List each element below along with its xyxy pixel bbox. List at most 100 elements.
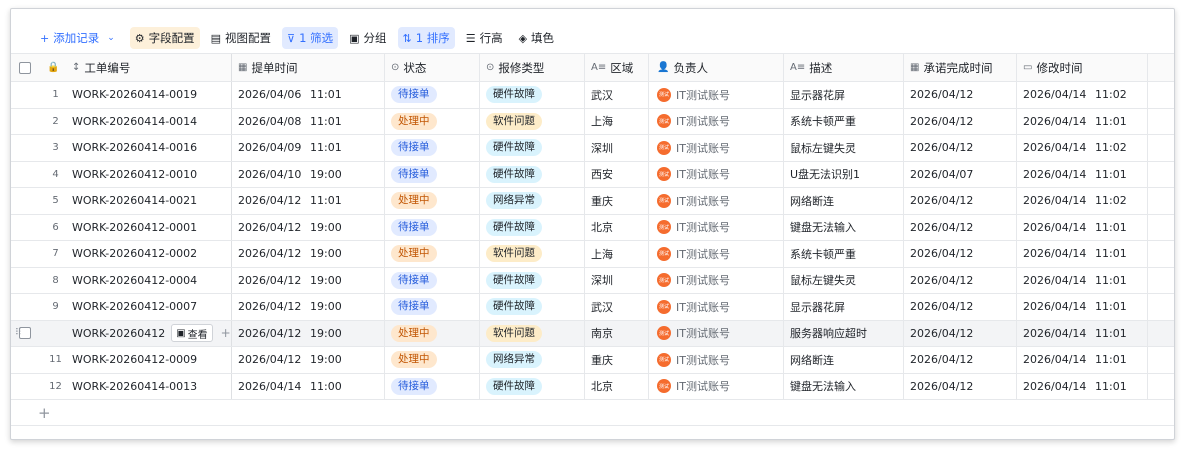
owner-cell[interactable]: 测试 IT测试账号 xyxy=(649,188,784,214)
submit-time-cell[interactable]: 2026/04/12 19:00 xyxy=(232,267,385,293)
field-config-button[interactable]: ⚙ 字段配置 xyxy=(129,27,200,49)
submit-time-cell[interactable]: 2026/04/09 11:01 xyxy=(232,135,385,161)
submit-time-cell[interactable]: 2026/04/12 19:00 xyxy=(232,347,385,373)
modify-time-cell[interactable]: 2026/04/14 11:01 xyxy=(1017,214,1148,240)
status-cell[interactable]: 处理中 xyxy=(385,188,480,214)
status-cell[interactable]: 待接单 xyxy=(385,373,480,399)
fill-color-button[interactable]: ◈ 填色 xyxy=(514,27,559,49)
drag-handle-icon[interactable]: ⠿ xyxy=(15,328,22,338)
status-cell[interactable]: 待接单 xyxy=(385,161,480,187)
desc-cell[interactable]: 系统卡顿严重 xyxy=(784,108,904,134)
type-cell[interactable]: 网络异常 xyxy=(480,188,585,214)
table-row[interactable]: 9 WORK-20260412-0007 2026/04/12 19:00 待接单… xyxy=(11,294,1174,321)
status-cell[interactable]: 待接单 xyxy=(385,294,480,320)
owner-cell[interactable]: 测试 IT测试账号 xyxy=(649,347,784,373)
row-select-cell[interactable] xyxy=(11,347,39,373)
desc-cell[interactable]: 鼠标左键失灵 xyxy=(784,267,904,293)
row-select-cell[interactable] xyxy=(11,241,39,267)
header-submit-time[interactable]: ▦ 提单时间 xyxy=(232,54,385,81)
header-promise-time[interactable]: ▦ 承诺完成时间 xyxy=(904,54,1017,81)
row-select-cell[interactable] xyxy=(11,268,39,294)
desc-cell[interactable]: 服务器响应超时 xyxy=(784,320,904,346)
row-select-cell[interactable] xyxy=(11,188,39,214)
work-id-cell[interactable]: WORK-20260412 ▣ 查看 + xyxy=(72,320,232,346)
submit-time-cell[interactable]: 2026/04/12 19:00 xyxy=(232,214,385,240)
promise-time-cell[interactable]: 2026/04/12 xyxy=(904,214,1017,240)
add-row-button[interactable]: + xyxy=(11,400,1174,426)
filter-button[interactable]: ⊽ 1 筛选 xyxy=(282,27,339,49)
owner-cell[interactable]: 测试 IT测试账号 xyxy=(649,214,784,240)
row-select-cell[interactable] xyxy=(11,82,39,108)
work-id-cell[interactable]: WORK-20260414-0014 xyxy=(72,108,232,134)
status-cell[interactable]: 待接单 xyxy=(385,267,480,293)
desc-cell[interactable]: 鼠标左键失灵 xyxy=(784,135,904,161)
region-cell[interactable]: 深圳 xyxy=(585,135,649,161)
type-cell[interactable]: 软件问题 xyxy=(480,108,585,134)
type-cell[interactable]: 硬件故障 xyxy=(480,267,585,293)
owner-cell[interactable]: 测试 IT测试账号 xyxy=(649,320,784,346)
header-status[interactable]: ⊙ 状态 xyxy=(385,54,480,81)
work-id-cell[interactable]: WORK-20260412-0007 xyxy=(72,294,232,320)
group-button[interactable]: ▣ 分组 xyxy=(344,27,391,49)
type-cell[interactable]: 网络异常 xyxy=(480,347,585,373)
modify-time-cell[interactable]: 2026/04/14 11:01 xyxy=(1017,347,1148,373)
add-record-button[interactable]: + 添加记录 ⌄ xyxy=(35,27,120,49)
modify-time-cell[interactable]: 2026/04/14 11:01 xyxy=(1017,320,1148,346)
table-row[interactable]: 6 WORK-20260412-0001 2026/04/12 19:00 待接单… xyxy=(11,214,1174,241)
submit-time-cell[interactable]: 2026/04/08 11:01 xyxy=(232,108,385,134)
work-id-cell[interactable]: WORK-20260412-0001 xyxy=(72,214,232,240)
region-cell[interactable]: 上海 xyxy=(585,241,649,267)
promise-time-cell[interactable]: 2026/04/07 xyxy=(904,161,1017,187)
owner-cell[interactable]: 测试 IT测试账号 xyxy=(649,135,784,161)
region-cell[interactable]: 北京 xyxy=(585,214,649,240)
desc-cell[interactable]: U盘无法识别1 xyxy=(784,161,904,187)
promise-time-cell[interactable]: 2026/04/12 xyxy=(904,347,1017,373)
select-all-checkbox[interactable] xyxy=(19,61,31,74)
region-cell[interactable]: 西安 xyxy=(585,161,649,187)
modify-time-cell[interactable]: 2026/04/14 11:02 xyxy=(1017,135,1148,161)
table-row[interactable]: 2 WORK-20260414-0014 2026/04/08 11:01 处理中… xyxy=(11,108,1174,135)
submit-time-cell[interactable]: 2026/04/06 11:01 xyxy=(232,82,385,108)
status-cell[interactable]: 待接单 xyxy=(385,82,480,108)
promise-time-cell[interactable]: 2026/04/12 xyxy=(904,373,1017,399)
modify-time-cell[interactable]: 2026/04/14 11:01 xyxy=(1017,373,1148,399)
desc-cell[interactable]: 显示器花屏 xyxy=(784,294,904,320)
desc-cell[interactable]: 网络断连 xyxy=(784,188,904,214)
table-row[interactable]: 3 WORK-20260414-0016 2026/04/09 11:01 待接单… xyxy=(11,135,1174,162)
owner-cell[interactable]: 测试 IT测试账号 xyxy=(649,373,784,399)
select-all-cell[interactable] xyxy=(11,54,39,81)
header-id[interactable]: ↕ 工单编号 xyxy=(72,54,232,81)
status-cell[interactable]: 待接单 xyxy=(385,135,480,161)
work-id-cell[interactable]: WORK-20260412-0010 xyxy=(72,161,232,187)
insert-row-icon[interactable]: + xyxy=(221,326,231,340)
status-cell[interactable]: 处理中 xyxy=(385,320,480,346)
row-select-cell[interactable] xyxy=(11,294,39,320)
header-owner[interactable]: 👤 负责人 xyxy=(649,54,784,81)
type-cell[interactable]: 硬件故障 xyxy=(480,214,585,240)
header-desc[interactable]: A≡ 描述 xyxy=(784,54,904,81)
region-cell[interactable]: 南京 xyxy=(585,320,649,346)
table-row[interactable]: 7 WORK-20260412-0002 2026/04/12 19:00 处理中… xyxy=(11,241,1174,268)
sort-button[interactable]: ⇅ 1 排序 xyxy=(397,27,455,49)
type-cell[interactable]: 硬件故障 xyxy=(480,294,585,320)
work-id-cell[interactable]: WORK-20260414-0021 xyxy=(72,188,232,214)
desc-cell[interactable]: 显示器花屏 xyxy=(784,82,904,108)
row-select-cell[interactable] xyxy=(11,215,39,241)
owner-cell[interactable]: 测试 IT测试账号 xyxy=(649,82,784,108)
modify-time-cell[interactable]: 2026/04/14 11:02 xyxy=(1017,82,1148,108)
promise-time-cell[interactable]: 2026/04/12 xyxy=(904,294,1017,320)
promise-time-cell[interactable]: 2026/04/12 xyxy=(904,135,1017,161)
modify-time-cell[interactable]: 2026/04/14 11:01 xyxy=(1017,241,1148,267)
submit-time-cell[interactable]: 2026/04/12 19:00 xyxy=(232,294,385,320)
region-cell[interactable]: 北京 xyxy=(585,373,649,399)
type-cell[interactable]: 硬件故障 xyxy=(480,161,585,187)
promise-time-cell[interactable]: 2026/04/12 xyxy=(904,108,1017,134)
row-select-cell[interactable] xyxy=(11,374,39,400)
work-id-cell[interactable]: WORK-20260412-0004 xyxy=(72,267,232,293)
row-height-button[interactable]: ☰ 行高 xyxy=(461,27,508,49)
view-config-button[interactable]: ▤ 视图配置 xyxy=(206,27,276,49)
promise-time-cell[interactable]: 2026/04/12 xyxy=(904,188,1017,214)
region-cell[interactable]: 武汉 xyxy=(585,294,649,320)
modify-time-cell[interactable]: 2026/04/14 11:01 xyxy=(1017,108,1148,134)
owner-cell[interactable]: 测试 IT测试账号 xyxy=(649,267,784,293)
